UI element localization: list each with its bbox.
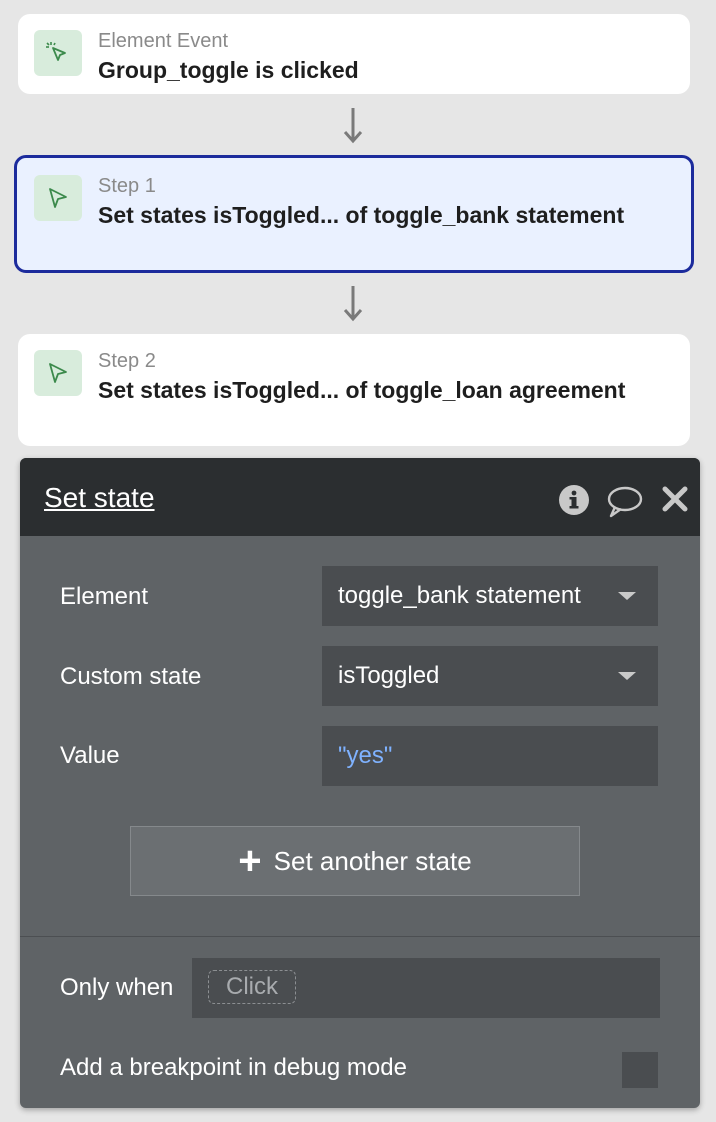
value-label: Value	[60, 742, 120, 769]
step-1-label: Step 1	[98, 175, 156, 197]
custom-state-dropdown[interactable]: isToggled	[322, 646, 658, 706]
cursor-click-icon	[34, 30, 82, 76]
breakpoint-checkbox[interactable]	[622, 1052, 658, 1088]
cursor-icon	[34, 350, 82, 396]
custom-state-value: isToggled	[338, 662, 440, 689]
comment-icon[interactable]	[606, 486, 644, 518]
divider	[20, 936, 700, 937]
event-type-label: Element Event	[98, 30, 229, 52]
plus-icon: +	[238, 839, 262, 883]
step-2-label: Step 2	[98, 350, 156, 372]
panel-title[interactable]: Set state	[44, 482, 155, 514]
set-another-state-label: Set another state	[273, 845, 472, 876]
chevron-down-icon	[618, 672, 636, 680]
step-2-card[interactable]: Step 2 Set states isToggled... of toggle…	[18, 334, 690, 446]
breakpoint-label: Add a breakpoint in debug mode	[60, 1054, 407, 1081]
event-title: Group_toggle is clicked	[98, 57, 359, 83]
set-another-state-button[interactable]: + Set another state	[130, 826, 580, 896]
set-state-panel: Set state Element toggle_bank statement …	[20, 458, 700, 1108]
close-icon[interactable]	[662, 486, 688, 512]
element-dropdown[interactable]: toggle_bank statement	[322, 566, 658, 626]
value-input[interactable]: "yes"	[322, 726, 658, 786]
value-expression: "yes"	[338, 742, 393, 769]
step-2-title: Set states isToggled... of toggle_loan a…	[98, 377, 626, 403]
only-when-condition-field[interactable]: Click	[192, 958, 660, 1018]
chevron-down-icon	[618, 592, 636, 600]
only-when-placeholder[interactable]: Click	[208, 970, 296, 1004]
panel-header: Set state	[20, 458, 700, 536]
element-value: toggle_bank statement	[338, 582, 581, 609]
step-1-title: Set states isToggled... of toggle_bank s…	[98, 202, 625, 228]
only-when-label: Only when	[60, 974, 174, 1001]
step-1-card[interactable]: Step 1 Set states isToggled... of toggle…	[14, 155, 694, 273]
element-label: Element	[60, 583, 149, 610]
custom-state-label: Custom state	[60, 663, 202, 690]
arrow-down-icon	[343, 286, 363, 322]
info-icon[interactable]	[558, 484, 590, 516]
cursor-icon	[34, 175, 82, 221]
arrow-down-icon	[343, 108, 363, 144]
event-card[interactable]: Element Event Group_toggle is clicked	[18, 14, 690, 94]
